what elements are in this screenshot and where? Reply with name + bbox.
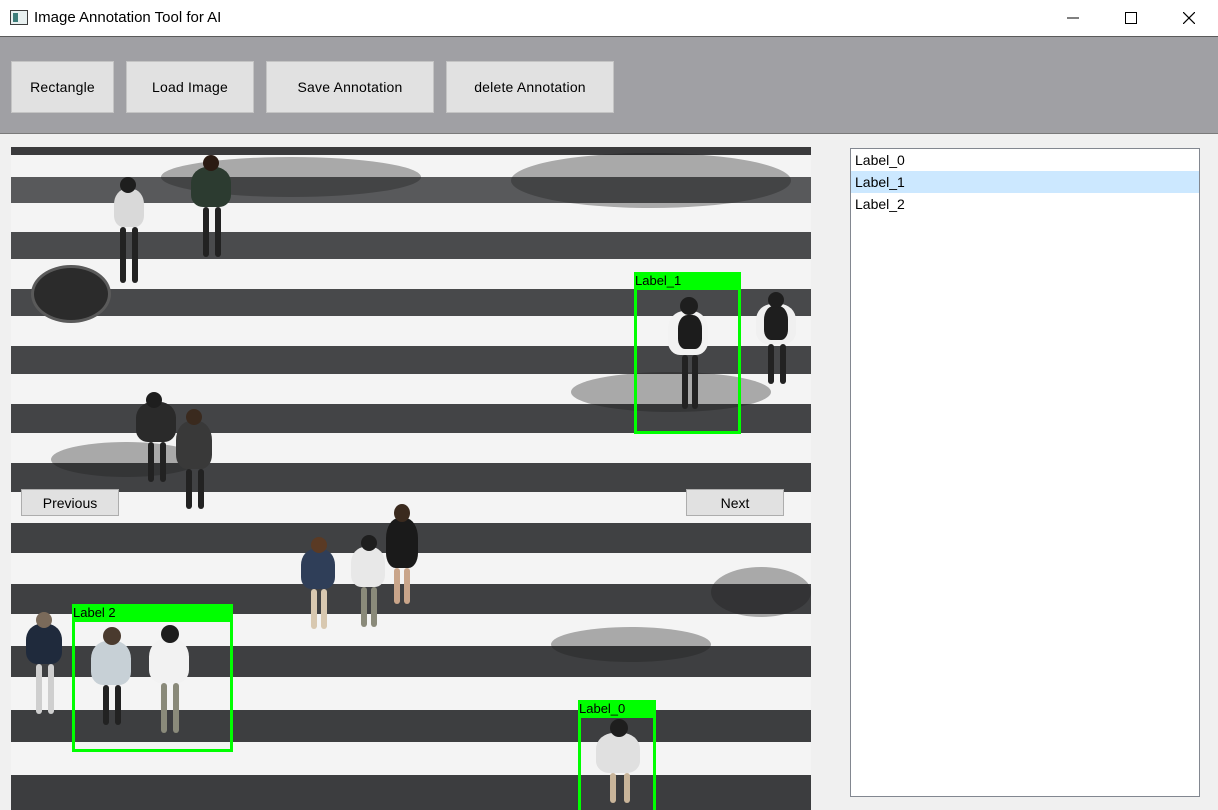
rectangle-button[interactable]: Rectangle bbox=[11, 61, 114, 113]
title-bar: Image Annotation Tool for AI bbox=[0, 0, 1218, 37]
save-annotation-button[interactable]: Save Annotation bbox=[266, 61, 434, 113]
minimize-icon bbox=[1067, 12, 1079, 24]
toolbar: Rectangle Load Image Save Annotation del… bbox=[0, 37, 1218, 134]
close-icon bbox=[1183, 12, 1195, 24]
annotation-tag: Label_1 bbox=[634, 272, 741, 289]
annotation-tag: Label 2 bbox=[72, 604, 233, 621]
annotation-tag: Label_0 bbox=[578, 700, 656, 717]
annotation-box-label-0[interactable] bbox=[578, 715, 656, 810]
app-icon bbox=[10, 10, 28, 25]
label-list[interactable]: Label_0 Label_1 Label_2 bbox=[850, 148, 1200, 797]
close-button[interactable] bbox=[1160, 0, 1218, 36]
next-button[interactable]: Next bbox=[686, 489, 784, 516]
delete-annotation-button[interactable]: delete Annotation bbox=[446, 61, 614, 113]
load-image-button[interactable]: Load Image bbox=[126, 61, 254, 113]
annotation-box-label-1[interactable] bbox=[634, 287, 741, 434]
annotation-box-label-2[interactable] bbox=[72, 619, 233, 752]
previous-button[interactable]: Previous bbox=[21, 489, 119, 516]
image-canvas[interactable]: Label_1 Label 2 Label_0 Previous Next bbox=[11, 147, 811, 810]
label-list-item-selected[interactable]: Label_1 bbox=[851, 171, 1199, 193]
window-title: Image Annotation Tool for AI bbox=[34, 9, 222, 26]
maximize-button[interactable] bbox=[1102, 0, 1160, 36]
label-list-item[interactable]: Label_2 bbox=[851, 193, 1199, 215]
minimize-button[interactable] bbox=[1044, 0, 1102, 36]
label-list-item[interactable]: Label_0 bbox=[851, 149, 1199, 171]
maximize-icon bbox=[1125, 12, 1137, 24]
